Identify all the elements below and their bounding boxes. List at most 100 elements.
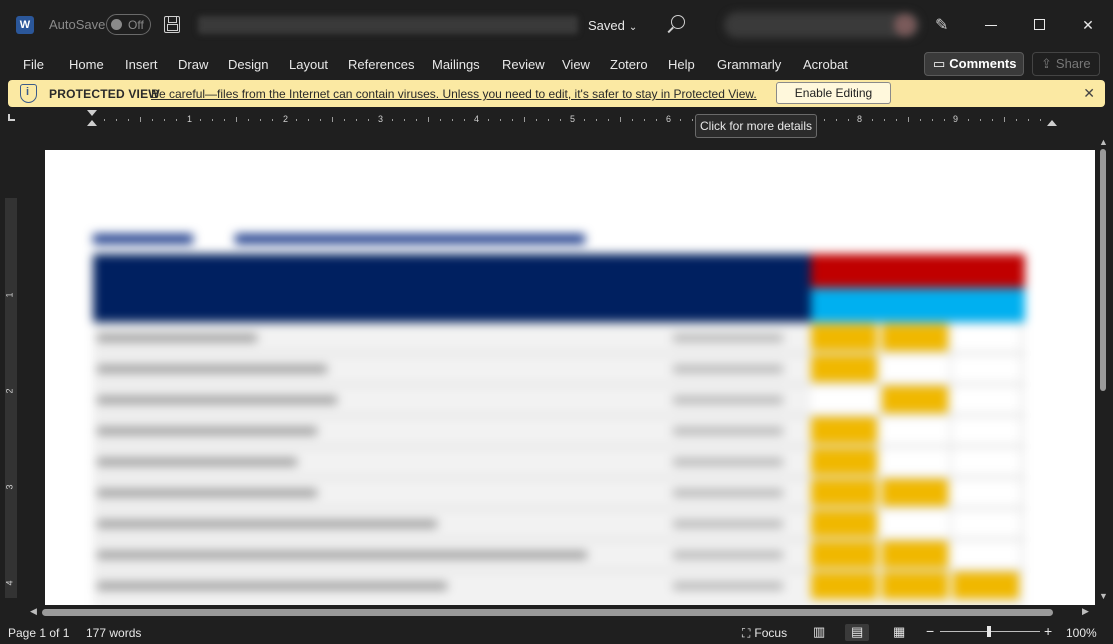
table-cell [953, 510, 1019, 537]
ruler-tick [236, 117, 237, 122]
protected-view-message[interactable]: Be careful—files from the Internet can c… [151, 87, 757, 101]
web-layout-icon[interactable]: ▦ [889, 624, 913, 641]
ruler-number: 1 [187, 114, 193, 124]
scroll-left-icon[interactable]: ◀ [30, 606, 37, 617]
ruler-tick [1004, 117, 1005, 122]
close-icon[interactable]: ✕ [1083, 85, 1095, 102]
share-button[interactable]: ⇪ Share [1032, 52, 1100, 76]
ruler-tick [896, 119, 897, 121]
print-layout-icon[interactable]: ▤ [845, 624, 869, 641]
table-cell [882, 448, 948, 475]
table-cell [882, 572, 948, 599]
scroll-right-icon[interactable]: ▶ [1082, 606, 1089, 617]
autosave-toggle[interactable]: Off [106, 14, 151, 35]
table-header [93, 254, 811, 322]
close-button[interactable]: ✕ [1073, 10, 1103, 40]
ruler-tick [908, 117, 909, 122]
scroll-up-icon[interactable]: ▲ [1099, 137, 1108, 147]
ruler-tick [920, 119, 921, 121]
cell-text [97, 551, 587, 559]
table-cell [882, 510, 948, 537]
focus-button[interactable]: ⛶ Focus [742, 626, 787, 641]
word-count[interactable]: 177 words [86, 626, 141, 640]
table-cell [811, 324, 877, 351]
ruler-number: 3 [4, 484, 15, 490]
save-icon[interactable] [164, 16, 180, 33]
enable-editing-button[interactable]: Enable Editing [776, 82, 891, 104]
tab-view[interactable]: View [562, 57, 590, 72]
saved-status[interactable]: Saved ⌄ [588, 18, 637, 33]
tab-layout[interactable]: Layout [289, 57, 328, 72]
read-mode-icon[interactable]: ▥ [809, 624, 833, 641]
vertical-scrollbar[interactable]: ▲ ▼ [1097, 137, 1109, 603]
ruler-tick [392, 119, 393, 121]
ruler-tick [428, 117, 429, 122]
page-count[interactable]: Page 1 of 1 [8, 626, 69, 640]
cell-text [97, 582, 447, 590]
document-title [198, 16, 578, 34]
minimize-button[interactable] [977, 10, 1007, 40]
ruler-tick [596, 119, 597, 121]
zoom-in-button[interactable]: + [1044, 623, 1052, 639]
cell-text [97, 427, 317, 435]
cell-text [97, 489, 317, 497]
ruler-corner-icon[interactable] [8, 114, 15, 121]
tab-review[interactable]: Review [502, 57, 545, 72]
ruler-tick [164, 119, 165, 121]
search-icon[interactable] [671, 15, 685, 29]
maximize-icon [1034, 19, 1045, 30]
ruler-tick [296, 119, 297, 121]
left-indent-marker[interactable] [87, 120, 97, 126]
tab-zotero[interactable]: Zotero [610, 57, 648, 72]
zoom-out-button[interactable]: − [926, 623, 934, 639]
ruler-tick [584, 119, 585, 121]
maximize-button[interactable] [1025, 10, 1055, 40]
ruler-number: 2 [4, 388, 15, 394]
tab-design[interactable]: Design [228, 57, 268, 72]
zoom-level[interactable]: 100% [1066, 626, 1097, 640]
cell-text [97, 365, 327, 373]
focus-icon: ⛶ [742, 626, 751, 640]
tab-home[interactable]: Home [69, 57, 104, 72]
autosave-label: AutoSave [49, 17, 106, 32]
comment-icon: ▭ [933, 56, 946, 71]
tab-file[interactable]: File [23, 57, 44, 72]
scroll-down-icon[interactable]: ▼ [1099, 591, 1108, 601]
tab-draw[interactable]: Draw [178, 57, 208, 72]
ruler-tick [560, 119, 561, 121]
vertical-scroll-thumb[interactable] [1100, 149, 1106, 391]
tab-help[interactable]: Help [668, 57, 695, 72]
table-row [93, 477, 1025, 478]
table-header-group [811, 254, 1025, 288]
ruler-tick [524, 117, 525, 122]
ruler-tick [536, 119, 537, 121]
tab-acrobat[interactable]: Acrobat [803, 57, 848, 72]
ruler-tick [272, 119, 273, 121]
tab-insert[interactable]: Insert [125, 57, 158, 72]
tab-references[interactable]: References [348, 57, 414, 72]
pen-icon[interactable]: ✎ [935, 15, 953, 35]
table-cell [811, 355, 877, 382]
ruler-number: 6 [666, 114, 672, 124]
ruler-tick [176, 119, 177, 121]
table-cell [953, 541, 1019, 568]
horizontal-scroll-thumb[interactable] [42, 609, 1053, 616]
table-cell [811, 479, 877, 506]
account-area[interactable] [724, 12, 920, 38]
table-cell [811, 386, 877, 413]
title-bar: W AutoSave Off Saved ⌄ ✎ ✕ [0, 0, 1113, 50]
ruler-tick [656, 119, 657, 121]
right-indent-marker[interactable] [1047, 120, 1057, 126]
first-line-indent-marker[interactable] [87, 110, 97, 116]
horizontal-scrollbar[interactable]: ◀ ▶ [30, 605, 1097, 619]
comments-button[interactable]: ▭ Comments [924, 52, 1024, 76]
table-cell [953, 355, 1019, 382]
protected-view-title: PROTECTED VIEW [49, 87, 160, 101]
share-icon: ⇪ [1041, 56, 1052, 71]
tab-mailings[interactable]: Mailings [432, 57, 480, 72]
ruler-track[interactable]: 1 2 3 4 5 6 7 8 9 [45, 110, 1095, 128]
document-page[interactable] [45, 150, 1095, 605]
ruler-tick [608, 119, 609, 121]
zoom-slider-thumb[interactable] [987, 626, 991, 637]
tab-grammarly[interactable]: Grammarly [717, 57, 781, 72]
